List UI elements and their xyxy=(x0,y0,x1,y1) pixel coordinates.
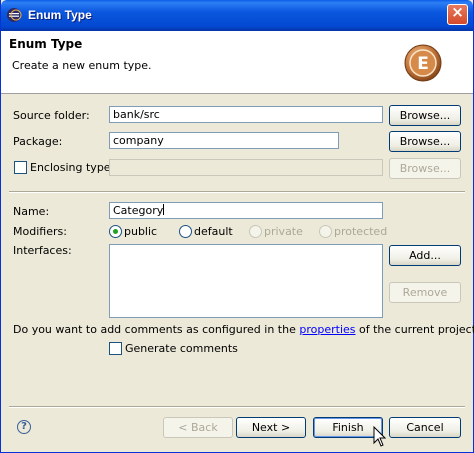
wizard-header: Enum Type Create a new enum type. E xyxy=(1,31,473,94)
package-label: Package: xyxy=(13,135,63,148)
source-folder-browse-button[interactable]: Browse... xyxy=(389,105,461,126)
radio-selected-dot xyxy=(113,229,118,234)
eclipse-icon xyxy=(7,8,22,22)
name-input[interactable]: Category xyxy=(109,202,383,219)
name-label: Name: xyxy=(13,205,50,218)
enclosing-type-label: Enclosing type: xyxy=(30,161,115,174)
comments-prompt: Do you want to add comments as configure… xyxy=(13,323,474,336)
enum-wizard-icon: E xyxy=(404,44,442,82)
window-title: Enum Type xyxy=(28,8,92,22)
help-icon[interactable]: ? xyxy=(17,420,31,434)
close-button[interactable]: × xyxy=(447,3,468,25)
enum-type-dialog: Enum Type × Enum Type Create a new enum … xyxy=(0,0,474,453)
next-button[interactable]: Next > xyxy=(236,417,306,438)
close-icon: × xyxy=(451,3,464,21)
wizard-title: Enum Type xyxy=(9,37,83,51)
modifier-protected-label: protected xyxy=(334,225,388,238)
modifiers-label: Modifiers: xyxy=(13,225,67,238)
remove-interface-button[interactable]: Remove xyxy=(389,282,461,303)
source-folder-label: Source folder: xyxy=(13,109,90,122)
enclosing-type-browse-button[interactable]: Browse... xyxy=(389,158,461,179)
source-folder-input[interactable]: bank/src xyxy=(109,106,383,123)
modifier-public-label: public xyxy=(124,225,158,238)
separator xyxy=(9,406,465,408)
comments-prompt-text: Do you want to add comments as configure… xyxy=(13,323,300,336)
enum-logo-letter: E xyxy=(417,54,429,74)
wizard-description: Create a new enum type. xyxy=(12,59,152,72)
enclosing-type-input[interactable] xyxy=(109,159,383,176)
interfaces-label: Interfaces: xyxy=(13,244,72,257)
title-bar[interactable]: Enum Type × xyxy=(1,0,473,31)
generate-comments-checkbox[interactable] xyxy=(109,342,122,355)
properties-link[interactable]: properties xyxy=(299,323,355,336)
modifier-default-label: default xyxy=(194,225,233,238)
package-input[interactable]: company xyxy=(109,132,339,149)
separator xyxy=(9,191,465,193)
text-caret xyxy=(163,204,165,215)
interfaces-list[interactable] xyxy=(109,244,383,318)
cancel-button[interactable]: Cancel xyxy=(389,417,461,438)
enclosing-type-checkbox[interactable] xyxy=(14,161,27,174)
package-browse-button[interactable]: Browse... xyxy=(389,131,461,152)
name-input-value: Category xyxy=(113,204,164,217)
modifier-private-radio[interactable] xyxy=(249,225,262,238)
modifier-private-label: private xyxy=(264,225,303,238)
modifier-default-radio[interactable] xyxy=(179,225,192,238)
generate-comments-label: Generate comments xyxy=(125,342,238,355)
modifier-public-radio[interactable] xyxy=(109,225,122,238)
mouse-pointer-icon xyxy=(373,426,387,447)
back-button[interactable]: < Back xyxy=(163,417,233,438)
add-interface-button[interactable]: Add... xyxy=(389,245,461,266)
modifier-protected-radio[interactable] xyxy=(319,225,332,238)
comments-prompt-suffix: of the current project? xyxy=(355,323,474,336)
